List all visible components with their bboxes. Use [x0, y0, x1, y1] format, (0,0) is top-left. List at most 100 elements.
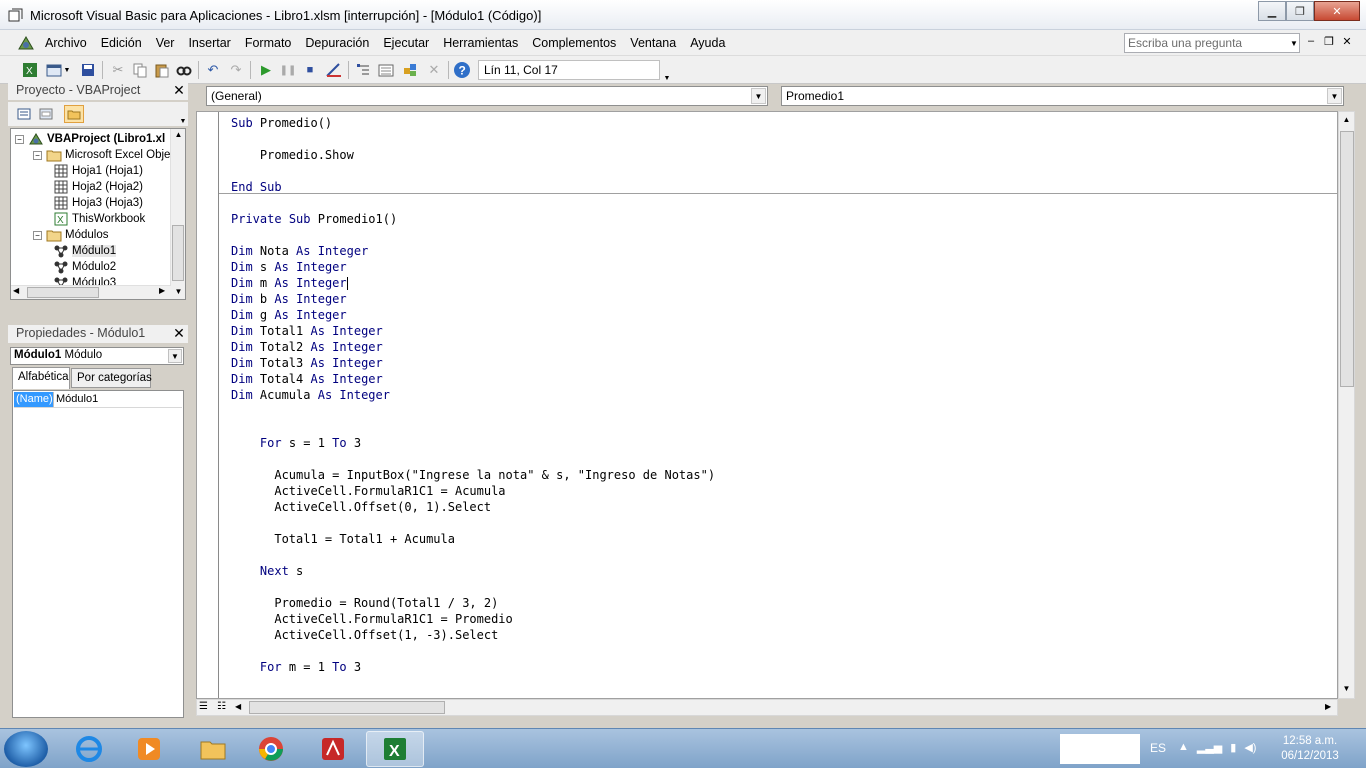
code-line[interactable]: Dim b As Integer — [231, 291, 347, 307]
project-tree-hscroll-thumb[interactable] — [27, 287, 99, 298]
scroll-right-icon[interactable]: ▶ — [1325, 702, 1331, 711]
menu-item[interactable]: Ventana — [630, 36, 676, 50]
code-line[interactable]: ActiveCell.Offset(0, 1).Select — [231, 499, 491, 515]
save-icon[interactable] — [78, 60, 98, 80]
collapse-icon[interactable]: − — [33, 150, 42, 160]
design-mode-icon[interactable] — [324, 60, 344, 80]
acrobat-icon[interactable] — [304, 731, 362, 767]
code-line[interactable]: End Sub — [231, 179, 282, 195]
tree-node[interactable]: Hoja3 (Hoja3) — [53, 195, 143, 211]
help-search-input[interactable]: Escriba una pregunta — [1124, 33, 1300, 53]
minimize-button[interactable]: ▁ — [1258, 1, 1286, 21]
code-vscroll-thumb[interactable] — [1340, 131, 1354, 387]
insert-dropdown-icon[interactable]: ▼ — [62, 60, 72, 80]
menu-item[interactable]: Edición — [101, 36, 142, 50]
code-line[interactable]: Dim s As Integer — [231, 259, 347, 275]
excel-taskbar-icon[interactable]: X — [366, 731, 424, 767]
mdi-minimize-button[interactable]: ‒ — [1304, 35, 1318, 48]
code-margin[interactable] — [197, 112, 219, 698]
code-line[interactable]: Sub Promedio() — [231, 115, 332, 131]
cut-icon[interactable]: ✂ — [108, 60, 128, 80]
property-value[interactable]: Módulo1 — [54, 392, 100, 407]
code-line[interactable]: Private Sub Promedio1() — [231, 211, 397, 227]
code-line[interactable]: For m = 1 To 3 — [231, 659, 361, 675]
restore-button[interactable]: ❐ — [1286, 1, 1314, 21]
code-line[interactable]: Dim m As Integer — [231, 275, 348, 291]
mdi-close-button[interactable]: ✕ — [1340, 35, 1354, 48]
full-module-view-icon[interactable]: ☷ — [217, 701, 226, 712]
find-icon[interactable] — [174, 60, 194, 80]
code-line[interactable]: Dim Total4 As Integer — [231, 371, 383, 387]
code-line[interactable]: Total1 = Total1 + Acumula — [231, 531, 455, 547]
scroll-down-icon[interactable]: ▼ — [1339, 684, 1354, 693]
tree-node[interactable]: − Módulos — [33, 227, 108, 243]
properties-object-select[interactable]: Módulo1 Módulo ▼ — [10, 347, 184, 365]
object-browser-icon[interactable] — [400, 60, 420, 80]
help-icon[interactable]: ? — [452, 60, 472, 80]
tree-node[interactable]: Módulo1 — [53, 243, 117, 259]
code-line[interactable]: Dim Total3 As Integer — [231, 355, 383, 371]
close-button[interactable]: ✕ — [1314, 1, 1360, 21]
procedure-combo-dropdown-icon[interactable]: ▼ — [1327, 88, 1342, 104]
code-line[interactable]: Dim Total1 As Integer — [231, 323, 383, 339]
collapse-icon[interactable]: − — [33, 230, 42, 240]
view-object-icon[interactable] — [36, 105, 56, 123]
object-combo-dropdown-icon[interactable]: ▼ — [751, 88, 766, 104]
object-combo[interactable]: (General) ▼ — [206, 86, 768, 106]
tree-node[interactable]: − Microsoft Excel Objet — [33, 147, 174, 163]
help-dropdown-icon[interactable]: ▼ — [1288, 34, 1300, 52]
menu-item[interactable]: Formato — [245, 36, 292, 50]
tree-node[interactable]: Módulo2 — [53, 259, 116, 275]
vba-menu-icon[interactable] — [16, 34, 36, 52]
insert-userform-icon[interactable] — [44, 60, 64, 80]
code-line[interactable]: Promedio.Show — [231, 147, 354, 163]
code-line[interactable]: Dim Acumula As Integer — [231, 387, 390, 403]
redo-icon[interactable]: ↷ — [226, 60, 246, 80]
tree-node[interactable]: Hoja1 (Hoja1) — [53, 163, 143, 179]
undo-icon[interactable]: ↶ — [203, 60, 223, 80]
project-tree[interactable]: Módulo3 Módulo2 Módulo1− Módulos X ThisWorkbo… — [10, 128, 186, 300]
clock[interactable]: 12:58 a.m. 06/12/2013 — [1270, 734, 1350, 764]
tab-por-categorias[interactable]: Por categorías — [71, 368, 152, 388]
project-tree-vscroll[interactable]: ▲ ▼ — [170, 129, 185, 299]
paste-icon[interactable] — [152, 60, 172, 80]
properties-panel-close-icon[interactable]: ✕ — [172, 326, 186, 340]
start-button[interactable] — [4, 731, 48, 767]
procedure-view-icon[interactable]: ☰ — [199, 701, 208, 712]
toolbar-options-icon[interactable]: ▼ — [662, 68, 672, 88]
code-line[interactable]: Dim g As Integer — [231, 307, 347, 323]
break-icon[interactable]: ❚❚ — [278, 60, 298, 80]
code-line[interactable]: Promedio = Round(Total1 / 3, 2) — [231, 595, 498, 611]
chrome-icon[interactable] — [242, 731, 300, 767]
code-line[interactable]: ActiveCell.FormulaR1C1 = Promedio — [231, 611, 512, 627]
project-tree-hscroll[interactable]: ◀ ▶ — [11, 285, 171, 299]
code-editor[interactable]: Sub Promedio() Promedio.Show End Sub Priva… — [196, 111, 1338, 699]
view-code-icon[interactable] — [14, 105, 34, 123]
menu-item[interactable]: Ayuda — [690, 36, 725, 50]
menu-item[interactable]: Depuración — [305, 36, 369, 50]
code-line[interactable]: For s = 1 To 3 — [231, 435, 361, 451]
tree-node[interactable]: X ThisWorkbook — [53, 211, 145, 227]
code-vscroll[interactable]: ▲ ▼ — [1338, 111, 1355, 699]
language-indicator[interactable]: ES — [1150, 741, 1166, 755]
menu-item[interactable]: Insertar — [188, 36, 230, 50]
scroll-left-icon[interactable]: ◀ — [235, 702, 241, 711]
code-hscroll-thumb[interactable] — [249, 701, 445, 714]
view-excel-icon[interactable]: X — [20, 60, 40, 80]
mdi-restore-button[interactable]: ❐ — [1322, 35, 1336, 48]
internet-explorer-icon[interactable] — [60, 731, 118, 767]
property-row-name[interactable]: (Name) Módulo1 — [14, 392, 182, 408]
code-line[interactable]: Dim Total2 As Integer — [231, 339, 383, 355]
network-icon[interactable]: ▂▃▅ — [1197, 741, 1222, 754]
collapse-icon[interactable]: − — [15, 134, 24, 144]
menu-item[interactable]: Archivo — [45, 36, 87, 50]
menu-item[interactable]: Ejecutar — [383, 36, 429, 50]
code-hscroll[interactable]: ☰ ☷ ◀ ▶ — [196, 699, 1338, 716]
power-icon[interactable]: ▮ — [1230, 741, 1236, 754]
tree-node[interactable]: − VBAProject (Libro1.xl — [15, 131, 165, 147]
tree-node[interactable]: Hoja2 (Hoja2) — [53, 179, 143, 195]
tray-expand-icon[interactable]: ▲ — [1178, 741, 1189, 754]
object-select-dropdown-icon[interactable]: ▼ — [168, 349, 182, 363]
menu-item[interactable]: Herramientas — [443, 36, 518, 50]
code-line[interactable]: Dim Nota As Integer — [231, 243, 368, 259]
